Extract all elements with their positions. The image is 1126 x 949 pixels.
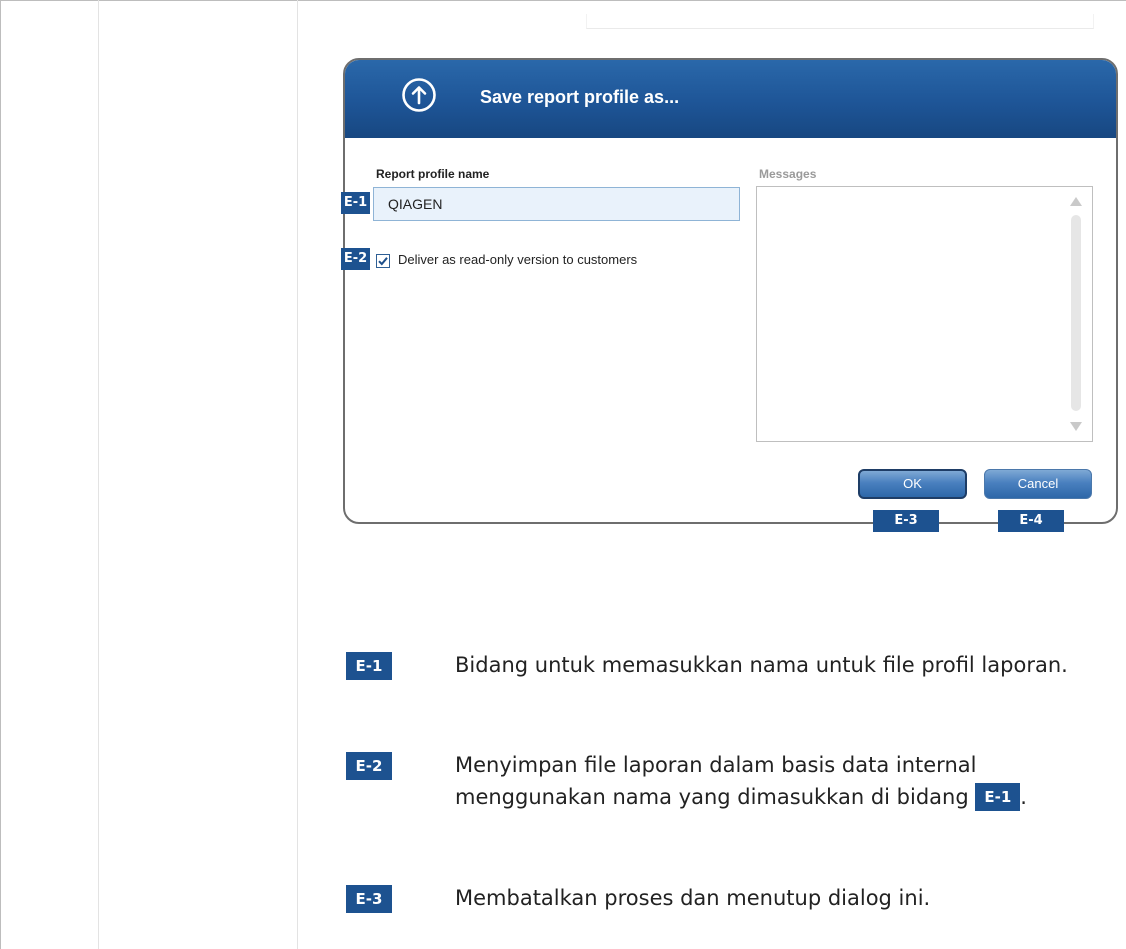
checkmark-icon: [378, 257, 388, 266]
scroll-up-arrow-icon[interactable]: [1070, 197, 1082, 206]
column-divider-left: [98, 0, 99, 949]
badge-e4: E-4: [998, 510, 1064, 532]
report-profile-name-label: Report profile name: [376, 167, 490, 181]
legend-inline-badge-e1: E-1: [975, 783, 1021, 811]
top-strip: [586, 14, 1094, 29]
legend-text-e1: Bidang untuk memasukkan nama untuk file …: [455, 653, 1068, 677]
messages-label: Messages: [759, 167, 817, 181]
legend-text-e3: Membatalkan proses dan menutup dialog in…: [455, 886, 931, 910]
badge-e2: E-2: [341, 248, 370, 270]
dialog-header: Save report profile as...: [345, 60, 1116, 138]
legend-badge-e3: E-3: [346, 885, 392, 913]
ok-button[interactable]: OK: [858, 469, 967, 499]
legend-text-e2-end: .: [1020, 785, 1027, 809]
messages-box: [756, 186, 1093, 442]
read-only-checkbox-label[interactable]: Deliver as read-only version to customer…: [398, 252, 637, 267]
column-divider-right: [297, 0, 298, 949]
legend-text-e2-main: Menyimpan file laporan dalam basis data …: [455, 753, 977, 809]
upload-circle-icon: [402, 78, 436, 112]
legend-badge-e2: E-2: [346, 752, 392, 780]
read-only-checkbox[interactable]: [376, 254, 390, 268]
legend-text-e2: Menyimpan file laporan dalam basis data …: [455, 749, 1115, 813]
cancel-button[interactable]: Cancel: [984, 469, 1092, 499]
badge-e3: E-3: [873, 510, 939, 532]
badge-e1: E-1: [341, 192, 370, 214]
messages-scrollbar[interactable]: [1071, 215, 1081, 411]
save-report-profile-dialog: Save report profile as... Report profile…: [343, 58, 1118, 524]
scroll-down-arrow-icon[interactable]: [1070, 422, 1082, 431]
report-profile-name-input[interactable]: QIAGEN: [373, 187, 740, 221]
legend-badge-e1: E-1: [346, 652, 392, 680]
dialog-title: Save report profile as...: [480, 87, 680, 107]
